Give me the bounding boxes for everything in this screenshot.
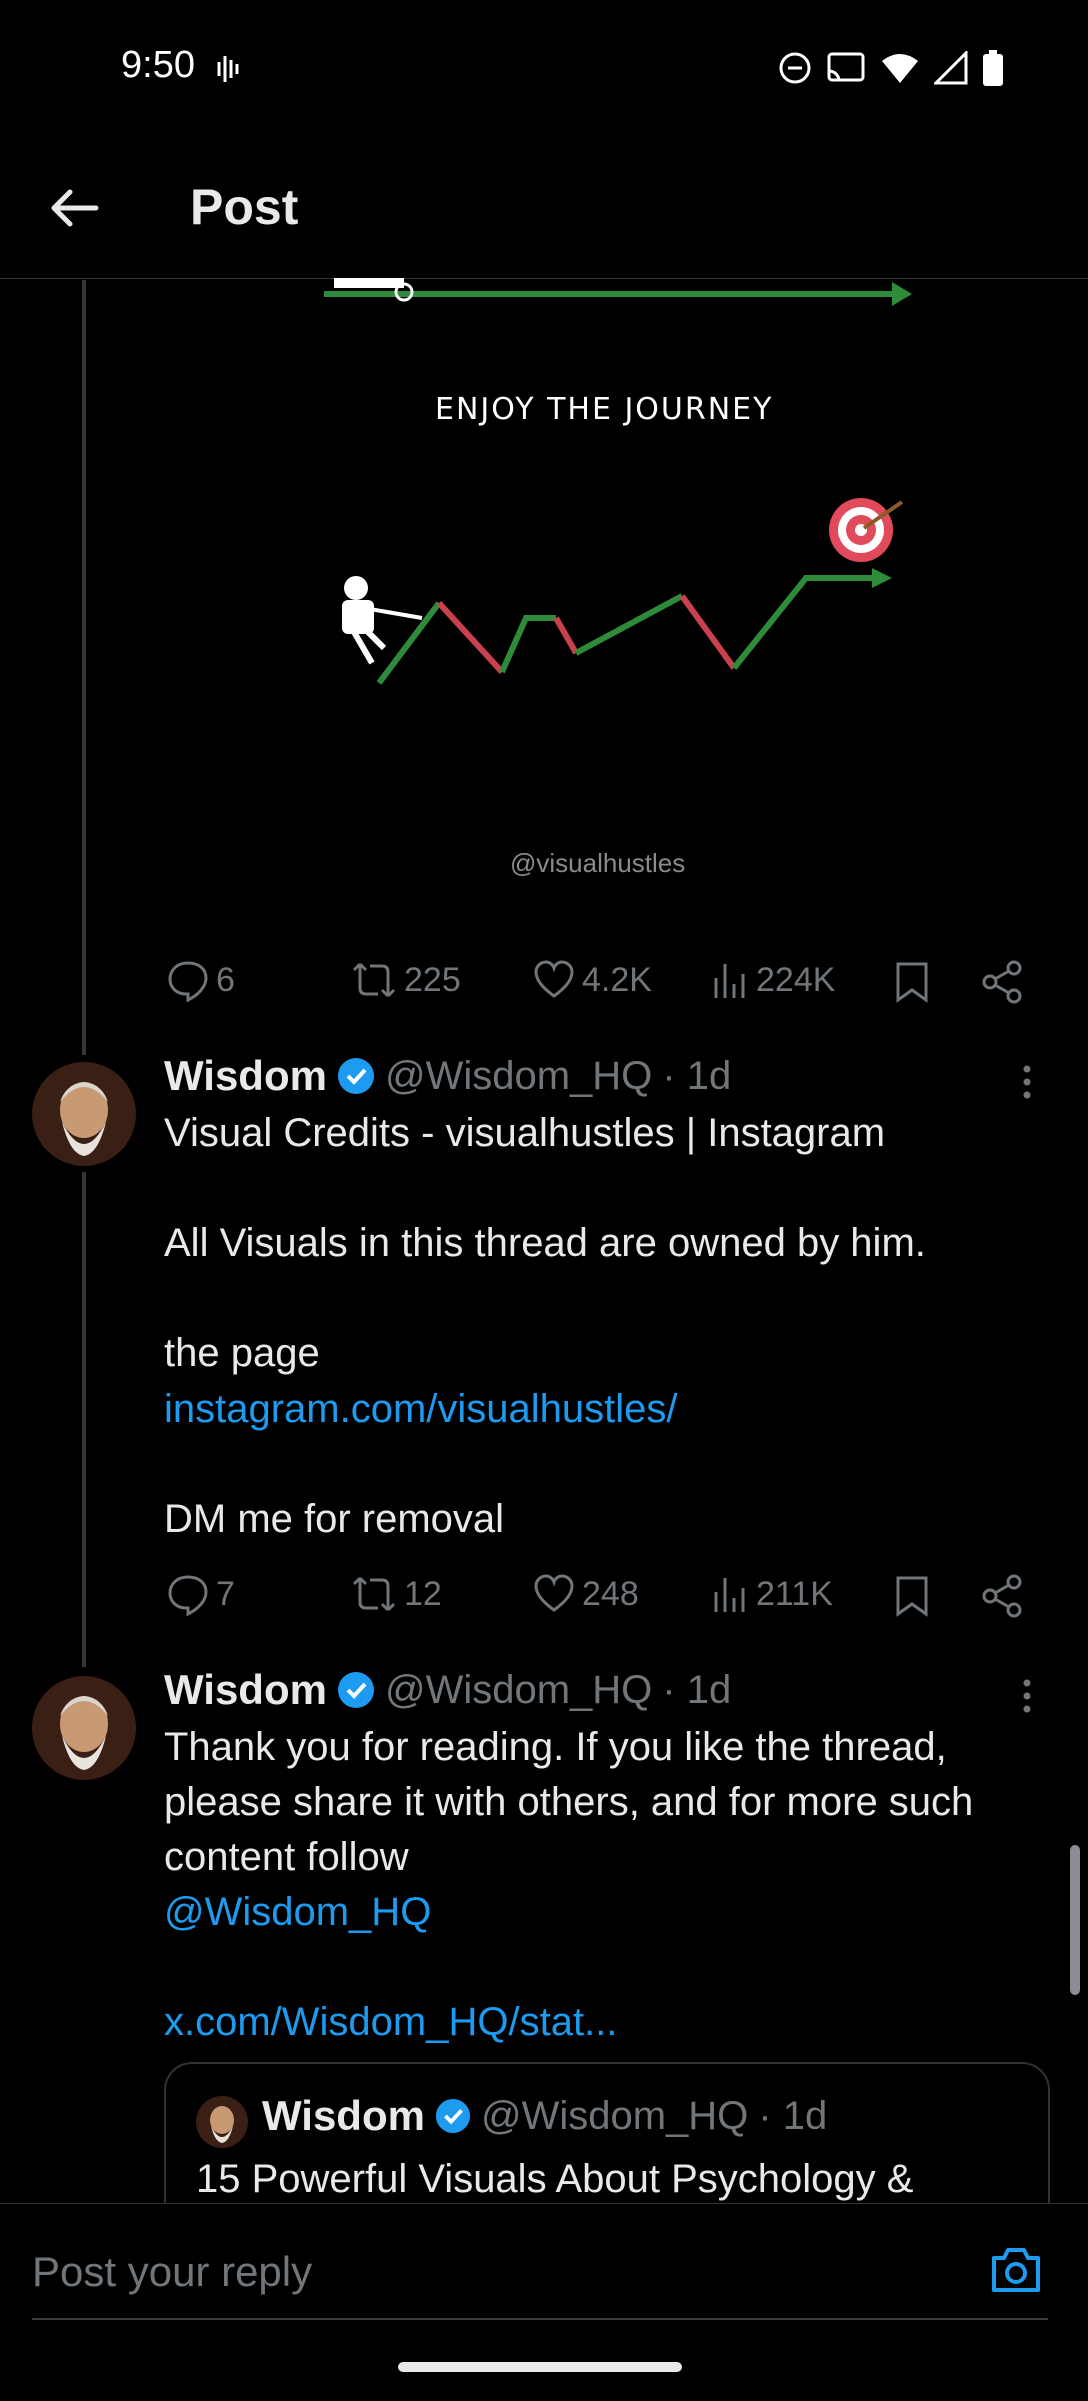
post-link[interactable]: x.com/Wisdom_HQ/stat... bbox=[164, 1995, 617, 2050]
vibrate-icon bbox=[217, 56, 239, 82]
quote-header: Wisdom @Wisdom_HQ · 1d bbox=[262, 2092, 827, 2140]
quote-text: 15 Powerful Visuals About Psychology & bbox=[196, 2157, 914, 2201]
journey-illustration bbox=[324, 278, 912, 685]
tweet-text-line: Thank you for reading. If you like the t… bbox=[164, 1725, 947, 1769]
instagram-link[interactable]: instagram.com/visualhustles/ bbox=[164, 1382, 678, 1437]
reply-button[interactable]: 6 bbox=[166, 958, 235, 1002]
reply-input[interactable]: Post your reply bbox=[32, 2248, 312, 2296]
reply-icon bbox=[168, 961, 208, 1002]
camera-icon[interactable] bbox=[988, 2244, 1044, 2296]
reply-count: 6 bbox=[216, 960, 235, 999]
tweet-header: Wisdom @Wisdom_HQ · 1d bbox=[164, 1052, 731, 1100]
tweet-text-line: the page bbox=[164, 1331, 320, 1375]
quote-post-time: · 1d bbox=[758, 2093, 828, 2138]
signal-icon bbox=[934, 51, 968, 85]
avatar[interactable] bbox=[32, 1062, 136, 1166]
mention-link[interactable]: @Wisdom_HQ bbox=[164, 1885, 431, 1940]
top-app-bar bbox=[0, 160, 1088, 279]
bookmark-icon[interactable] bbox=[892, 1574, 932, 1618]
author-name[interactable]: Wisdom bbox=[164, 1052, 327, 1100]
thread-line bbox=[82, 1172, 86, 1667]
post-time: · 1d bbox=[662, 1667, 732, 1712]
tweet-header: Wisdom @Wisdom_HQ · 1d bbox=[164, 1666, 731, 1714]
like-count: 4.2K bbox=[582, 960, 652, 999]
share-icon[interactable] bbox=[980, 1574, 1024, 1618]
verified-badge-icon bbox=[337, 1058, 374, 1094]
tweet-media-image[interactable]: ENJOY THE JOURNEY @visualhustles bbox=[164, 278, 1048, 908]
wifi-icon bbox=[882, 54, 918, 83]
author-handle[interactable]: @Wisdom_HQ bbox=[385, 1668, 652, 1713]
reply-underline bbox=[32, 2318, 1048, 2320]
author-name[interactable]: Wisdom bbox=[164, 1666, 327, 1714]
repost-icon bbox=[352, 962, 396, 998]
home-indicator[interactable] bbox=[398, 2362, 682, 2372]
share-icon[interactable] bbox=[980, 960, 1024, 1004]
dnd-icon bbox=[779, 52, 811, 84]
tweet-text-line: Visual Credits - visualhustles | Instagr… bbox=[164, 1111, 886, 1155]
reply-button[interactable]: 7 bbox=[166, 1572, 235, 1616]
back-arrow-icon[interactable] bbox=[46, 180, 102, 236]
page-title: Post bbox=[190, 179, 299, 235]
views-button[interactable]: 211K bbox=[710, 1572, 833, 1616]
views-icon bbox=[714, 964, 745, 998]
battery-icon bbox=[983, 50, 1003, 86]
reply-icon bbox=[168, 1575, 208, 1616]
like-count: 248 bbox=[582, 1574, 639, 1613]
quote-author-handle: @Wisdom_HQ bbox=[480, 2093, 749, 2138]
tweet-text-line: content follow bbox=[164, 1835, 409, 1879]
author-handle[interactable]: @Wisdom_HQ bbox=[385, 1054, 652, 1099]
status-time: 9:50 bbox=[121, 44, 195, 86]
like-button[interactable]: 4.2K bbox=[532, 958, 652, 1002]
climber-figure bbox=[342, 576, 423, 665]
thread-line bbox=[82, 280, 86, 1055]
verified-badge-icon bbox=[435, 2098, 471, 2134]
image-watermark: @visualhustles bbox=[510, 848, 686, 878]
target-icon bbox=[829, 498, 904, 562]
cast-icon bbox=[827, 52, 865, 82]
tweet-text-line: please share it with others, and for mor… bbox=[164, 1780, 974, 1824]
repost-button[interactable]: 12 bbox=[350, 1572, 442, 1616]
repost-icon bbox=[352, 1576, 396, 1612]
quoted-post-card[interactable]: Wisdom @Wisdom_HQ · 1d 15 Powerful Visua… bbox=[164, 2062, 1050, 2204]
views-icon bbox=[714, 1578, 745, 1612]
views-count: 211K bbox=[756, 1574, 833, 1613]
avatar[interactable] bbox=[32, 1676, 136, 1780]
repost-button[interactable]: 225 bbox=[350, 958, 461, 1002]
bookmark-icon[interactable] bbox=[892, 960, 932, 1004]
heart-icon bbox=[534, 960, 574, 998]
views-count: 224K bbox=[756, 960, 836, 999]
like-button[interactable]: 248 bbox=[532, 1572, 639, 1616]
image-caption: ENJOY THE JOURNEY bbox=[435, 392, 774, 427]
more-options-icon[interactable] bbox=[1022, 1678, 1032, 1714]
repost-count: 12 bbox=[404, 1574, 442, 1613]
repost-count: 225 bbox=[404, 960, 461, 999]
verified-badge-icon bbox=[337, 1672, 374, 1708]
tweet-text-line: All Visuals in this thread are owned by … bbox=[164, 1221, 926, 1265]
scrollbar[interactable] bbox=[1070, 1845, 1080, 1995]
status-icons bbox=[778, 46, 1004, 90]
quote-author-name: Wisdom bbox=[262, 2092, 425, 2139]
heart-icon bbox=[534, 1574, 574, 1612]
post-time: · 1d bbox=[662, 1053, 732, 1098]
tweet-text-line: DM me for removal bbox=[164, 1497, 505, 1541]
reply-count: 7 bbox=[216, 1574, 235, 1613]
more-options-icon[interactable] bbox=[1022, 1064, 1032, 1100]
avatar bbox=[196, 2096, 248, 2148]
views-button[interactable]: 224K bbox=[710, 958, 835, 1002]
